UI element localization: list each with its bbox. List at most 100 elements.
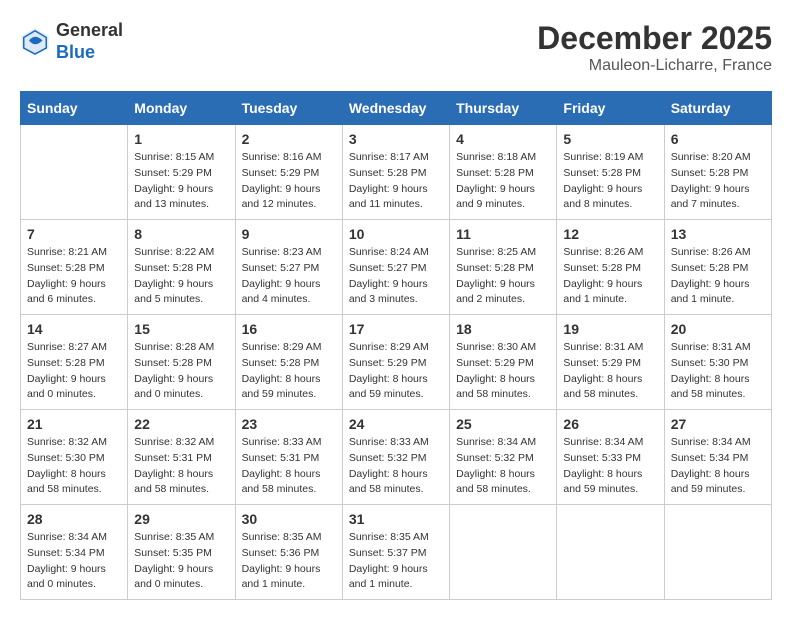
calendar-cell: 19 Sunrise: 8:31 AMSunset: 5:29 PMDayligh… [557, 315, 664, 410]
calendar-cell: 14 Sunrise: 8:27 AMSunset: 5:28 PMDayligh… [21, 315, 128, 410]
day-info: Sunrise: 8:26 AMSunset: 5:28 PMDaylight:… [563, 245, 657, 308]
calendar-cell: 5Sunrise: 8:19 AMSunset: 5:28 PMDaylight… [557, 125, 664, 220]
column-header-monday: Monday [128, 92, 235, 125]
calendar-table: SundayMondayTuesdayWednesdayThursdayFrid… [20, 91, 772, 600]
logo-text: General Blue [56, 20, 123, 63]
day-number: 21 [27, 416, 121, 432]
calendar-cell: 23 Sunrise: 8:33 AMSunset: 5:31 PMDayligh… [235, 410, 342, 505]
day-number: 4 [456, 131, 550, 147]
day-number: 1 [134, 131, 228, 147]
day-info: Sunrise: 8:31 AMSunset: 5:30 PMDaylight:… [671, 340, 765, 403]
day-info: Sunrise: 8:22 AMSunset: 5:28 PMDaylight:… [134, 245, 228, 308]
calendar-cell: 28 Sunrise: 8:34 AMSunset: 5:34 PMDayligh… [21, 505, 128, 600]
day-number: 29 [134, 511, 228, 527]
calendar-cell: 10 Sunrise: 8:24 AMSunset: 5:27 PMDayligh… [342, 220, 449, 315]
day-number: 28 [27, 511, 121, 527]
calendar-cell: 20Sunrise: 8:31 AMSunset: 5:30 PMDayligh… [664, 315, 771, 410]
calendar-cell: 25 Sunrise: 8:34 AMSunset: 5:32 PMDayligh… [450, 410, 557, 505]
calendar-week-4: 21 Sunrise: 8:32 AMSunset: 5:30 PMDayligh… [21, 410, 772, 505]
day-info: Sunrise: 8:25 AMSunset: 5:28 PMDaylight:… [456, 245, 550, 308]
column-header-tuesday: Tuesday [235, 92, 342, 125]
day-number: 2 [242, 131, 336, 147]
day-info: Sunrise: 8:28 AMSunset: 5:28 PMDaylight:… [134, 340, 228, 403]
day-number: 14 [27, 321, 121, 337]
calendar-cell [664, 505, 771, 600]
calendar-cell: 21 Sunrise: 8:32 AMSunset: 5:30 PMDayligh… [21, 410, 128, 505]
logo-icon [20, 27, 50, 57]
column-header-thursday: Thursday [450, 92, 557, 125]
title-block: December 2025 Mauleon-Licharre, France [537, 20, 772, 75]
day-info: Sunrise: 8:33 AMSunset: 5:32 PMDaylight:… [349, 435, 443, 498]
column-header-friday: Friday [557, 92, 664, 125]
day-number: 8 [134, 226, 228, 242]
calendar-cell: 6 Sunrise: 8:20 AMSunset: 5:28 PMDaylight… [664, 125, 771, 220]
day-number: 10 [349, 226, 443, 242]
calendar-cell: 9 Sunrise: 8:23 AMSunset: 5:27 PMDaylight… [235, 220, 342, 315]
day-number: 19 [563, 321, 657, 337]
column-header-wednesday: Wednesday [342, 92, 449, 125]
day-info: Sunrise: 8:35 AMSunset: 5:37 PMDaylight:… [349, 530, 443, 593]
day-info: Sunrise: 8:31 AMSunset: 5:29 PMDaylight:… [563, 340, 657, 403]
calendar-cell: 11 Sunrise: 8:25 AMSunset: 5:28 PMDayligh… [450, 220, 557, 315]
calendar-cell: 7Sunrise: 8:21 AMSunset: 5:28 PMDaylight… [21, 220, 128, 315]
day-number: 3 [349, 131, 443, 147]
day-number: 22 [134, 416, 228, 432]
day-info: Sunrise: 8:34 AMSunset: 5:32 PMDaylight:… [456, 435, 550, 498]
day-number: 16 [242, 321, 336, 337]
calendar-cell: 22 Sunrise: 8:32 AMSunset: 5:31 PMDayligh… [128, 410, 235, 505]
day-info: Sunrise: 8:33 AMSunset: 5:31 PMDaylight:… [242, 435, 336, 498]
calendar-cell: 15Sunrise: 8:28 AMSunset: 5:28 PMDayligh… [128, 315, 235, 410]
calendar-cell: 31Sunrise: 8:35 AMSunset: 5:37 PMDayligh… [342, 505, 449, 600]
day-number: 30 [242, 511, 336, 527]
day-info: Sunrise: 8:20 AMSunset: 5:28 PMDaylight:… [671, 150, 765, 213]
day-info: Sunrise: 8:29 AMSunset: 5:29 PMDaylight:… [349, 340, 443, 403]
day-number: 25 [456, 416, 550, 432]
day-number: 24 [349, 416, 443, 432]
day-number: 13 [671, 226, 765, 242]
day-info: Sunrise: 8:16 AMSunset: 5:29 PMDaylight:… [242, 150, 336, 213]
day-number: 12 [563, 226, 657, 242]
day-info: Sunrise: 8:24 AMSunset: 5:27 PMDaylight:… [349, 245, 443, 308]
calendar-cell: 8 Sunrise: 8:22 AMSunset: 5:28 PMDaylight… [128, 220, 235, 315]
day-number: 26 [563, 416, 657, 432]
day-info: Sunrise: 8:32 AMSunset: 5:31 PMDaylight:… [134, 435, 228, 498]
calendar-cell: 4 Sunrise: 8:18 AMSunset: 5:28 PMDaylight… [450, 125, 557, 220]
day-number: 7 [27, 226, 121, 242]
day-number: 9 [242, 226, 336, 242]
location-subtitle: Mauleon-Licharre, France [537, 57, 772, 75]
day-info: Sunrise: 8:34 AMSunset: 5:34 PMDaylight:… [27, 530, 121, 593]
calendar-cell [21, 125, 128, 220]
calendar-cell: 18Sunrise: 8:30 AMSunset: 5:29 PMDayligh… [450, 315, 557, 410]
calendar-cell: 17 Sunrise: 8:29 AMSunset: 5:29 PMDayligh… [342, 315, 449, 410]
day-info: Sunrise: 8:32 AMSunset: 5:30 PMDaylight:… [27, 435, 121, 498]
calendar-cell: 30Sunrise: 8:35 AMSunset: 5:36 PMDayligh… [235, 505, 342, 600]
calendar-cell: 29Sunrise: 8:35 AMSunset: 5:35 PMDayligh… [128, 505, 235, 600]
day-info: Sunrise: 8:30 AMSunset: 5:29 PMDaylight:… [456, 340, 550, 403]
day-info: Sunrise: 8:15 AMSunset: 5:29 PMDaylight:… [134, 150, 228, 213]
day-number: 17 [349, 321, 443, 337]
column-header-sunday: Sunday [21, 92, 128, 125]
day-info: Sunrise: 8:27 AMSunset: 5:28 PMDaylight:… [27, 340, 121, 403]
day-info: Sunrise: 8:26 AMSunset: 5:28 PMDaylight:… [671, 245, 765, 308]
calendar-header-row: SundayMondayTuesdayWednesdayThursdayFrid… [21, 92, 772, 125]
page-header: General Blue December 2025 Mauleon-Licha… [20, 20, 772, 75]
calendar-cell [450, 505, 557, 600]
month-title: December 2025 [537, 20, 772, 57]
logo: General Blue [20, 20, 123, 63]
day-info: Sunrise: 8:18 AMSunset: 5:28 PMDaylight:… [456, 150, 550, 213]
calendar-cell: 1 Sunrise: 8:15 AMSunset: 5:29 PMDaylight… [128, 125, 235, 220]
day-info: Sunrise: 8:17 AMSunset: 5:28 PMDaylight:… [349, 150, 443, 213]
calendar-cell: 24 Sunrise: 8:33 AMSunset: 5:32 PMDayligh… [342, 410, 449, 505]
day-number: 6 [671, 131, 765, 147]
day-info: Sunrise: 8:23 AMSunset: 5:27 PMDaylight:… [242, 245, 336, 308]
calendar-cell: 16 Sunrise: 8:29 AMSunset: 5:28 PMDayligh… [235, 315, 342, 410]
day-number: 23 [242, 416, 336, 432]
day-info: Sunrise: 8:29 AMSunset: 5:28 PMDaylight:… [242, 340, 336, 403]
calendar-week-3: 14 Sunrise: 8:27 AMSunset: 5:28 PMDayligh… [21, 315, 772, 410]
calendar-cell: 3 Sunrise: 8:17 AMSunset: 5:28 PMDaylight… [342, 125, 449, 220]
calendar-week-1: 1 Sunrise: 8:15 AMSunset: 5:29 PMDaylight… [21, 125, 772, 220]
calendar-cell [557, 505, 664, 600]
day-number: 11 [456, 226, 550, 242]
calendar-cell: 27Sunrise: 8:34 AMSunset: 5:34 PMDayligh… [664, 410, 771, 505]
calendar-week-2: 7Sunrise: 8:21 AMSunset: 5:28 PMDaylight… [21, 220, 772, 315]
